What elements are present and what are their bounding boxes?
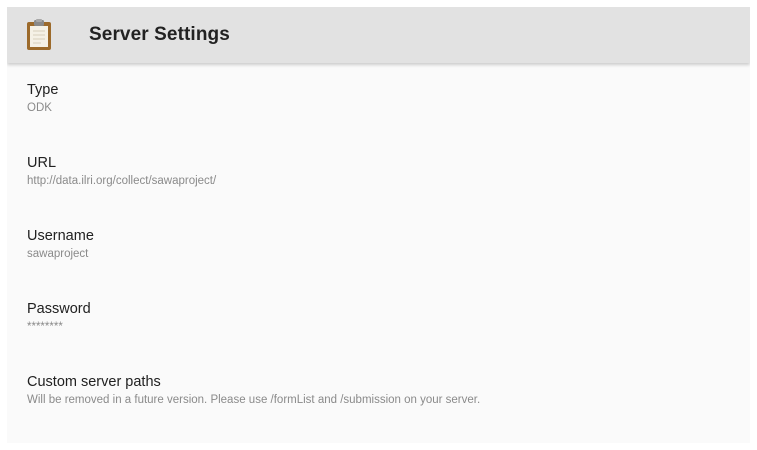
clipboard-icon <box>19 15 59 55</box>
pref-type[interactable]: Type ODK <box>7 79 750 152</box>
settings-screen: Server Settings Type ODK URL http://data… <box>7 7 750 443</box>
pref-type-title: Type <box>27 82 59 98</box>
app-bar: Server Settings <box>7 7 750 63</box>
pref-url[interactable]: URL http://data.ilri.org/collect/sawapro… <box>7 152 750 225</box>
pref-custom-server-paths-summary: Will be removed in a future version. Ple… <box>27 394 481 406</box>
settings-list: Type ODK URL http://data.ilri.org/collec… <box>7 63 750 443</box>
pref-username-summary: sawaproject <box>27 248 89 260</box>
pref-type-summary: ODK <box>27 102 52 114</box>
pref-custom-server-paths-title: Custom server paths <box>27 374 161 390</box>
pref-url-summary: http://data.ilri.org/collect/sawaproject… <box>27 175 217 187</box>
pref-url-title: URL <box>27 155 57 171</box>
pref-username[interactable]: Username sawaproject <box>7 225 750 298</box>
pref-password-title: Password <box>27 301 91 317</box>
pref-username-title: Username <box>27 228 94 244</box>
pref-custom-server-paths[interactable]: Custom server paths Will be removed in a… <box>7 371 750 443</box>
pref-password[interactable]: Password ******** <box>7 298 750 371</box>
page-title: Server Settings <box>89 24 230 45</box>
pref-password-summary: ******** <box>27 321 63 333</box>
